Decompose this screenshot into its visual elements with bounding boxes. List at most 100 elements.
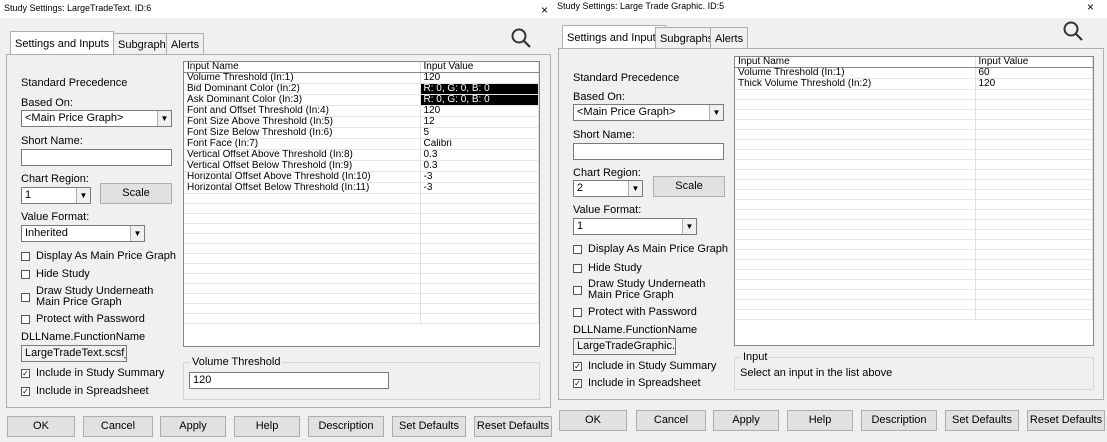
table-row[interactable] [735, 269, 1093, 280]
input-value-cell[interactable] [975, 199, 1093, 210]
input-name-cell[interactable] [735, 99, 976, 110]
input-name-cell[interactable]: Font Size Above Threshold (In:5) [184, 116, 421, 128]
input-name-cell[interactable] [184, 303, 421, 314]
table-row[interactable] [735, 119, 1093, 130]
table-row[interactable] [184, 213, 539, 224]
table-row[interactable] [184, 223, 539, 234]
input-value-cell[interactable] [420, 313, 539, 324]
table-row[interactable] [735, 189, 1093, 200]
input-value-cell[interactable] [975, 159, 1093, 170]
table-row[interactable] [735, 229, 1093, 240]
table-row[interactable] [184, 283, 539, 294]
include-in-study-summary-checkbox[interactable]: ✓ Include in Study Summary [573, 360, 716, 372]
input-name-cell[interactable] [735, 169, 976, 180]
input-value-cell[interactable] [420, 223, 539, 234]
table-row[interactable] [735, 159, 1093, 170]
search-icon[interactable] [1060, 18, 1086, 44]
input-value-cell[interactable] [975, 219, 1093, 230]
table-row[interactable]: Font Size Above Threshold (In:5) 12 [184, 116, 539, 128]
input-name-cell[interactable]: Font Size Below Threshold (In:6) [184, 127, 421, 139]
input-name-cell[interactable] [735, 249, 976, 260]
input-name-cell[interactable] [735, 229, 976, 240]
input-value-cell[interactable] [975, 109, 1093, 120]
help-button[interactable]: Help [234, 416, 300, 437]
input-value-cell[interactable]: Calibri [420, 138, 539, 150]
input-value-cell[interactable] [975, 269, 1093, 280]
input-value-cell[interactable] [975, 299, 1093, 310]
draw-study-underneath-checkbox[interactable]: Draw Study Underneath Main Price Graph [573, 279, 705, 301]
checkbox-box[interactable] [21, 252, 30, 261]
input-name-cell[interactable]: Thick Volume Threshold (In:2) [735, 78, 976, 90]
input-name-cell[interactable] [735, 269, 976, 280]
checkbox-box[interactable]: ✓ [573, 362, 582, 371]
input-name-cell[interactable] [184, 193, 421, 204]
input-name-cell[interactable] [184, 203, 421, 214]
input-name-cell[interactable] [735, 299, 976, 310]
value-format-select[interactable]: 1 ▼ [573, 218, 697, 235]
scale-button[interactable]: Scale [100, 183, 172, 204]
checkbox-box[interactable] [21, 270, 30, 279]
table-row[interactable]: Thick Volume Threshold (In:2) 120 [735, 78, 1093, 90]
input-value-cell[interactable]: 0.3 [420, 160, 539, 172]
checkbox-box[interactable] [573, 286, 582, 295]
input-value-cell[interactable] [420, 243, 539, 254]
draw-study-underneath-checkbox[interactable]: Draw Study Underneath Main Price Graph [21, 286, 153, 308]
input-name-cell[interactable] [735, 239, 976, 250]
column-header-input-name[interactable]: Input Name [184, 62, 421, 73]
input-value-cell[interactable] [975, 249, 1093, 260]
input-name-cell[interactable]: Volume Threshold (In:1) [735, 67, 976, 79]
short-name-input[interactable] [21, 149, 172, 166]
input-value-cell[interactable]: 120 [420, 72, 539, 84]
input-name-cell[interactable] [735, 89, 976, 100]
input-value-cell[interactable] [975, 309, 1093, 320]
input-name-cell[interactable] [184, 223, 421, 234]
ok-button[interactable]: OK [7, 416, 75, 437]
dll-name-field[interactable]: LargeTradeText.scsf_l [21, 345, 127, 362]
input-value-cell[interactable] [420, 273, 539, 284]
input-name-cell[interactable]: Ask Dominant Color (In:3) [184, 94, 421, 106]
input-value-cell[interactable]: 60 [975, 67, 1093, 79]
input-value-cell[interactable]: 12 [420, 116, 539, 128]
input-name-cell[interactable] [184, 273, 421, 284]
input-name-cell[interactable] [735, 109, 976, 120]
close-icon[interactable]: × [1087, 0, 1094, 14]
checkbox-box[interactable]: ✓ [21, 369, 30, 378]
input-value-cell[interactable] [420, 293, 539, 304]
tab-subgraphs[interactable]: Subgraphs [655, 27, 719, 48]
tab-settings-and-inputs[interactable]: Settings and Inputs [10, 31, 115, 55]
table-row[interactable]: Volume Threshold (In:1) 120 [184, 72, 539, 84]
input-name-cell[interactable]: Font and Offset Threshold (In:4) [184, 105, 421, 117]
input-value-cell[interactable] [975, 209, 1093, 220]
cancel-button[interactable]: Cancel [636, 410, 706, 431]
input-name-cell[interactable] [735, 309, 976, 320]
table-row[interactable] [184, 273, 539, 284]
reset-defaults-button[interactable]: Reset Defaults [1027, 410, 1105, 431]
column-header-input-value[interactable]: Input Value [420, 62, 539, 73]
input-value-cell[interactable]: 120 [420, 105, 539, 117]
input-name-cell[interactable] [735, 219, 976, 230]
description-button[interactable]: Description [861, 410, 937, 431]
input-value-cell[interactable] [420, 263, 539, 274]
input-name-cell[interactable] [184, 253, 421, 264]
input-value-cell[interactable] [420, 203, 539, 214]
table-row[interactable] [735, 179, 1093, 190]
input-value-cell[interactable] [975, 119, 1093, 130]
table-row[interactable] [184, 263, 539, 274]
input-name-cell[interactable] [184, 263, 421, 274]
input-name-cell[interactable] [735, 209, 976, 220]
input-name-cell[interactable] [735, 259, 976, 270]
value-format-select[interactable]: Inherited ▼ [21, 225, 145, 242]
table-row[interactable] [184, 303, 539, 314]
input-value-cell[interactable] [420, 213, 539, 224]
input-name-cell[interactable] [735, 159, 976, 170]
checkbox-box[interactable] [21, 293, 30, 302]
table-row[interactable] [735, 239, 1093, 250]
table-row[interactable] [735, 199, 1093, 210]
table-row[interactable]: Ask Dominant Color (In:3) R: 0, G: 0, B: … [184, 94, 539, 106]
hide-study-checkbox[interactable]: Hide Study [21, 268, 90, 280]
input-name-cell[interactable] [735, 189, 976, 200]
tab-alerts[interactable]: Alerts [710, 27, 749, 48]
input-value-cell[interactable] [420, 193, 539, 204]
table-row[interactable]: Font Face (In:7) Calibri [184, 138, 539, 150]
input-value-cell[interactable] [975, 139, 1093, 150]
